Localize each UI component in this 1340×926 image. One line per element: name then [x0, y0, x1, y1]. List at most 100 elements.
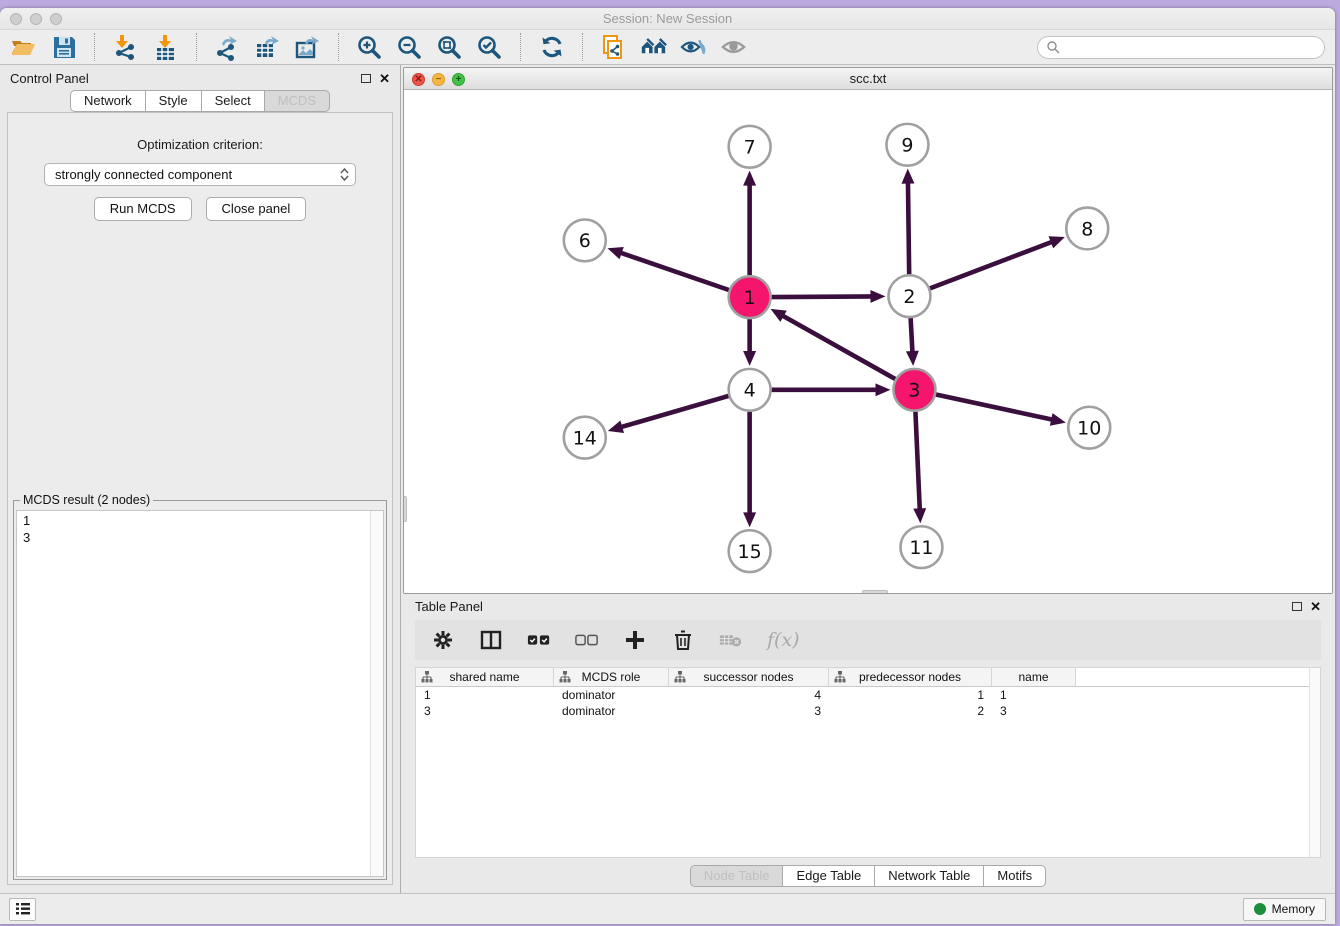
graph-node-6[interactable]: 6: [564, 219, 606, 261]
window-title: Session: New Session: [603, 11, 732, 26]
edge-3-1[interactable]: [781, 315, 895, 379]
tab-style[interactable]: Style: [145, 90, 202, 112]
network-close-button[interactable]: ✕: [412, 73, 425, 86]
duplicate-network-icon[interactable]: [600, 34, 627, 61]
float-panel-icon[interactable]: [361, 74, 371, 83]
graph-node-10[interactable]: 10: [1068, 407, 1110, 449]
edge-1-2[interactable]: [772, 296, 874, 297]
table-cell[interactable]: dominator: [554, 687, 669, 703]
graph-node-7[interactable]: 7: [729, 126, 771, 168]
delete-columns-icon[interactable]: [671, 628, 695, 652]
edge-2-3[interactable]: [911, 318, 913, 354]
graph-node-11[interactable]: 11: [900, 526, 942, 568]
table-cell[interactable]: 1: [992, 687, 1076, 703]
table-settings-icon[interactable]: [431, 628, 455, 652]
table-row[interactable]: 3dominator323: [416, 703, 1320, 719]
open-session-icon[interactable]: [10, 34, 37, 61]
zoom-out-icon[interactable]: [396, 34, 423, 61]
graph-node-4[interactable]: 4: [729, 369, 771, 411]
search-icon: [1046, 40, 1060, 54]
export-network-icon[interactable]: [214, 34, 241, 61]
graph-node-1[interactable]: 1: [729, 276, 771, 318]
graph-node-15[interactable]: 15: [729, 530, 771, 572]
edge-2-8[interactable]: [930, 241, 1054, 288]
graph-node-2[interactable]: 2: [888, 275, 930, 317]
close-table-panel-icon[interactable]: ✕: [1310, 602, 1321, 612]
network-window-titlebar[interactable]: ✕ − + scc.txt: [404, 68, 1332, 90]
refresh-icon[interactable]: [538, 34, 565, 61]
result-scrollbar[interactable]: [370, 511, 383, 876]
show-graphics-details-icon[interactable]: [720, 34, 747, 61]
delete-table-icon[interactable]: [719, 628, 743, 652]
column-header-MCDS-role[interactable]: MCDS role: [554, 668, 669, 686]
control-panel-tabs: NetworkStyleSelectMCDS: [7, 90, 393, 112]
save-session-icon[interactable]: [50, 34, 77, 61]
search-box[interactable]: [1037, 36, 1325, 59]
split-view-icon[interactable]: [479, 628, 503, 652]
column-header-predecessor-nodes[interactable]: predecessor nodes: [829, 668, 992, 686]
edge-1-6[interactable]: [619, 252, 729, 290]
tab-mcds[interactable]: MCDS: [264, 90, 330, 112]
column-header-name[interactable]: name: [992, 668, 1076, 686]
graph-node-14[interactable]: 14: [564, 417, 606, 459]
deselect-all-checkboxes-icon[interactable]: [575, 628, 599, 652]
tab-network[interactable]: Network: [70, 90, 146, 112]
column-header-shared-name[interactable]: shared name: [416, 668, 554, 686]
network-minimize-button[interactable]: −: [432, 73, 445, 86]
hide-graphics-details-icon[interactable]: [680, 34, 707, 61]
zoom-selected-icon[interactable]: [476, 34, 503, 61]
import-table-icon[interactable]: [152, 34, 179, 61]
table-cell[interactable]: 2: [829, 703, 992, 719]
zoom-in-icon[interactable]: [356, 34, 383, 61]
function-builder-icon[interactable]: f(x): [767, 629, 800, 651]
table-cell[interactable]: 1: [829, 687, 992, 703]
network-canvas[interactable]: 7 9 6 8 1 2 4 3 14 10 15 11: [404, 90, 1332, 593]
table-toolbar: f(x): [415, 620, 1321, 660]
graph-node-8[interactable]: 8: [1066, 208, 1108, 250]
network-graph[interactable]: 7 9 6 8 1 2 4 3 14 10 15 11: [404, 90, 1332, 593]
table-cell[interactable]: 3: [669, 703, 829, 719]
criterion-dropdown[interactable]: strongly connected component: [44, 163, 356, 186]
mcds-result-text[interactable]: 13: [16, 510, 384, 877]
column-header-successor-nodes[interactable]: successor nodes: [669, 668, 829, 686]
table-cell[interactable]: 3: [416, 703, 554, 719]
run-mcds-button[interactable]: Run MCDS: [94, 197, 192, 221]
edge-3-11[interactable]: [915, 412, 919, 512]
add-column-icon[interactable]: [623, 628, 647, 652]
tab-motifs[interactable]: Motifs: [983, 865, 1046, 887]
first-neighbors-icon[interactable]: [640, 34, 667, 61]
table-row[interactable]: 1dominator411: [416, 687, 1320, 703]
close-panel-button[interactable]: Close panel: [206, 197, 307, 221]
float-table-panel-icon[interactable]: [1292, 602, 1302, 611]
table-cell[interactable]: 1: [416, 687, 554, 703]
edge-2-9[interactable]: [908, 181, 909, 275]
export-image-icon[interactable]: [294, 34, 321, 61]
table-cell[interactable]: 4: [669, 687, 829, 703]
graph-node-9[interactable]: 9: [886, 124, 928, 166]
table-scrollbar[interactable]: [1309, 668, 1320, 857]
tab-network-table[interactable]: Network Table: [874, 865, 984, 887]
maximize-window-button[interactable]: [50, 13, 62, 25]
task-history-button[interactable]: [9, 898, 36, 921]
table-cell[interactable]: 3: [992, 703, 1076, 719]
edge-arrowhead: [870, 290, 885, 303]
zoom-fit-icon[interactable]: [436, 34, 463, 61]
table-cell[interactable]: dominator: [554, 703, 669, 719]
network-maximize-button[interactable]: +: [452, 73, 465, 86]
export-table-icon[interactable]: [254, 34, 281, 61]
edge-3-10[interactable]: [936, 394, 1054, 420]
import-network-icon[interactable]: [112, 34, 139, 61]
memory-button[interactable]: Memory: [1243, 898, 1326, 921]
close-window-button[interactable]: [10, 13, 22, 25]
node-table[interactable]: shared nameMCDS rolesuccessor nodesprede…: [415, 667, 1321, 858]
edge-4-14[interactable]: [619, 396, 728, 428]
minimize-window-button[interactable]: [30, 13, 42, 25]
graph-node-3[interactable]: 3: [893, 369, 935, 411]
tab-node-table[interactable]: Node Table: [690, 865, 784, 887]
tab-edge-table[interactable]: Edge Table: [782, 865, 875, 887]
close-panel-icon[interactable]: ✕: [379, 74, 390, 84]
select-all-checkboxes-icon[interactable]: [527, 628, 551, 652]
search-input[interactable]: [1065, 39, 1316, 55]
tab-select[interactable]: Select: [201, 90, 265, 112]
splitter-grip-vertical[interactable]: [403, 496, 407, 522]
